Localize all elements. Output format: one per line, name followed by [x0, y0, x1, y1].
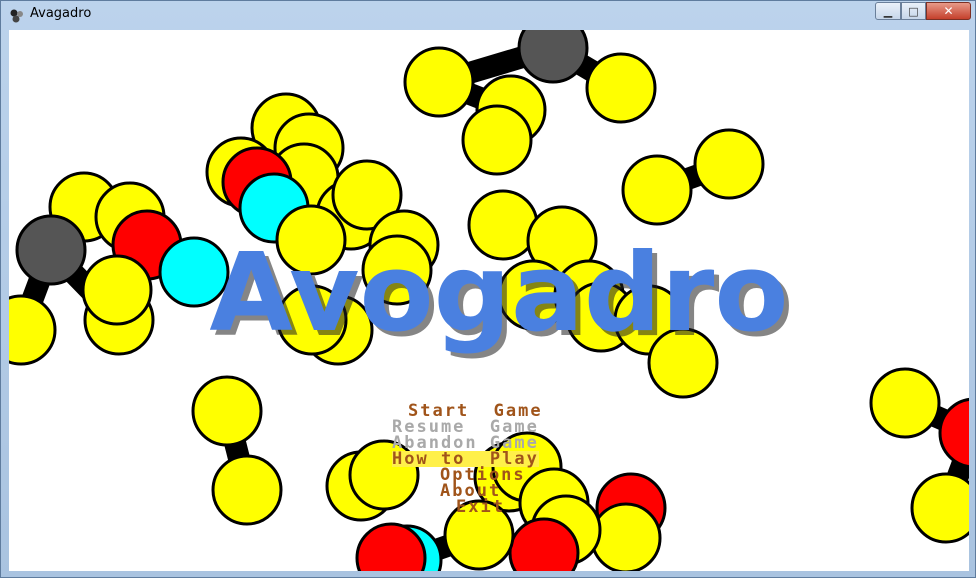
- app-window: Avagadro ▁ □ ✕ Avogadro Avogadro Start G…: [0, 0, 976, 578]
- menu-exit[interactable]: Exit: [456, 499, 505, 516]
- app-icon: [10, 9, 23, 23]
- maximize-button[interactable]: □: [901, 2, 926, 20]
- minimize-button[interactable]: ▁: [875, 2, 901, 20]
- main-menu: Start Game Resume Game Abandon Game How …: [9, 30, 969, 571]
- close-icon: ✕: [943, 4, 954, 18]
- title-bar[interactable]: Avagadro ▁ □ ✕: [1, 1, 976, 29]
- minimize-icon: ▁: [883, 4, 893, 18]
- maximize-icon: □: [908, 4, 919, 18]
- window-title: Avagadro: [30, 6, 92, 21]
- game-canvas[interactable]: Avogadro Avogadro Start Game Resume Game…: [9, 30, 969, 571]
- caption-buttons: ▁ □ ✕: [875, 2, 971, 21]
- close-button[interactable]: ✕: [926, 2, 971, 20]
